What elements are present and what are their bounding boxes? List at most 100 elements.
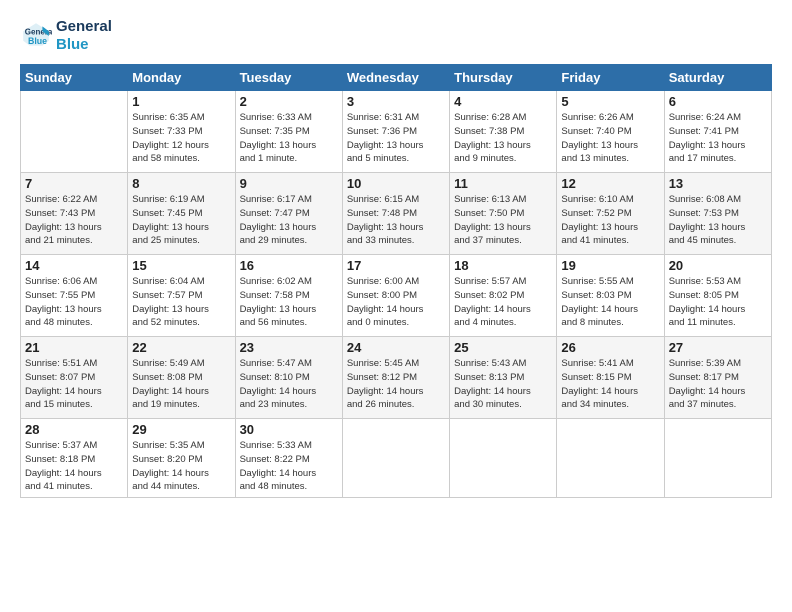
day-number: 29 bbox=[132, 422, 230, 437]
day-number: 20 bbox=[669, 258, 767, 273]
weekday-header-sunday: Sunday bbox=[21, 65, 128, 91]
day-info: Sunrise: 6:10 AM Sunset: 7:52 PM Dayligh… bbox=[561, 193, 659, 248]
day-number: 19 bbox=[561, 258, 659, 273]
calendar-cell: 27 Sunrise: 5:39 AM Sunset: 8:17 PM Dayli… bbox=[664, 337, 771, 419]
calendar-cell: 1 Sunrise: 6:35 AM Sunset: 7:33 PM Daylig… bbox=[128, 91, 235, 173]
day-number: 24 bbox=[347, 340, 445, 355]
logo-icon: General Blue bbox=[20, 20, 52, 52]
calendar: SundayMondayTuesdayWednesdayThursdayFrid… bbox=[20, 64, 772, 498]
day-info: Sunrise: 6:17 AM Sunset: 7:47 PM Dayligh… bbox=[240, 193, 338, 248]
day-number: 28 bbox=[25, 422, 123, 437]
day-number: 6 bbox=[669, 94, 767, 109]
calendar-cell: 19 Sunrise: 5:55 AM Sunset: 8:03 PM Dayli… bbox=[557, 255, 664, 337]
day-info: Sunrise: 6:35 AM Sunset: 7:33 PM Dayligh… bbox=[132, 111, 230, 166]
day-number: 21 bbox=[25, 340, 123, 355]
calendar-cell bbox=[450, 419, 557, 498]
calendar-cell: 30 Sunrise: 5:33 AM Sunset: 8:22 PM Dayli… bbox=[235, 419, 342, 498]
calendar-cell: 16 Sunrise: 6:02 AM Sunset: 7:58 PM Dayli… bbox=[235, 255, 342, 337]
weekday-header-saturday: Saturday bbox=[664, 65, 771, 91]
day-number: 11 bbox=[454, 176, 552, 191]
calendar-cell bbox=[342, 419, 449, 498]
day-info: Sunrise: 6:00 AM Sunset: 8:00 PM Dayligh… bbox=[347, 275, 445, 330]
logo-text: GeneralBlue bbox=[56, 18, 112, 54]
day-number: 2 bbox=[240, 94, 338, 109]
calendar-row-4: 28 Sunrise: 5:37 AM Sunset: 8:18 PM Dayli… bbox=[21, 419, 772, 498]
day-number: 12 bbox=[561, 176, 659, 191]
calendar-cell: 5 Sunrise: 6:26 AM Sunset: 7:40 PM Daylig… bbox=[557, 91, 664, 173]
calendar-cell: 7 Sunrise: 6:22 AM Sunset: 7:43 PM Daylig… bbox=[21, 173, 128, 255]
day-info: Sunrise: 5:33 AM Sunset: 8:22 PM Dayligh… bbox=[240, 439, 338, 494]
day-number: 13 bbox=[669, 176, 767, 191]
day-info: Sunrise: 5:41 AM Sunset: 8:15 PM Dayligh… bbox=[561, 357, 659, 412]
day-number: 22 bbox=[132, 340, 230, 355]
calendar-cell: 11 Sunrise: 6:13 AM Sunset: 7:50 PM Dayli… bbox=[450, 173, 557, 255]
day-number: 7 bbox=[25, 176, 123, 191]
day-number: 15 bbox=[132, 258, 230, 273]
calendar-cell: 29 Sunrise: 5:35 AM Sunset: 8:20 PM Dayli… bbox=[128, 419, 235, 498]
day-number: 30 bbox=[240, 422, 338, 437]
calendar-row-1: 7 Sunrise: 6:22 AM Sunset: 7:43 PM Daylig… bbox=[21, 173, 772, 255]
calendar-cell: 13 Sunrise: 6:08 AM Sunset: 7:53 PM Dayli… bbox=[664, 173, 771, 255]
day-info: Sunrise: 6:04 AM Sunset: 7:57 PM Dayligh… bbox=[132, 275, 230, 330]
day-info: Sunrise: 6:31 AM Sunset: 7:36 PM Dayligh… bbox=[347, 111, 445, 166]
calendar-cell: 9 Sunrise: 6:17 AM Sunset: 7:47 PM Daylig… bbox=[235, 173, 342, 255]
day-number: 1 bbox=[132, 94, 230, 109]
day-info: Sunrise: 5:57 AM Sunset: 8:02 PM Dayligh… bbox=[454, 275, 552, 330]
day-number: 26 bbox=[561, 340, 659, 355]
svg-text:Blue: Blue bbox=[28, 36, 47, 46]
day-info: Sunrise: 5:45 AM Sunset: 8:12 PM Dayligh… bbox=[347, 357, 445, 412]
calendar-cell: 23Sunrise: 5:47 AM Sunset: 8:10 PM Dayli… bbox=[235, 337, 342, 419]
calendar-row-3: 21 Sunrise: 5:51 AM Sunset: 8:07 PM Dayli… bbox=[21, 337, 772, 419]
day-number: 27 bbox=[669, 340, 767, 355]
day-info: Sunrise: 5:55 AM Sunset: 8:03 PM Dayligh… bbox=[561, 275, 659, 330]
calendar-cell: 18 Sunrise: 5:57 AM Sunset: 8:02 PM Dayli… bbox=[450, 255, 557, 337]
weekday-header-monday: Monday bbox=[128, 65, 235, 91]
calendar-cell: 4 Sunrise: 6:28 AM Sunset: 7:38 PM Daylig… bbox=[450, 91, 557, 173]
day-number: 3 bbox=[347, 94, 445, 109]
calendar-row-0: 1 Sunrise: 6:35 AM Sunset: 7:33 PM Daylig… bbox=[21, 91, 772, 173]
day-number: 25 bbox=[454, 340, 552, 355]
page: General Blue GeneralBlue SundayMondayTue… bbox=[0, 0, 792, 508]
calendar-cell: 21 Sunrise: 5:51 AM Sunset: 8:07 PM Dayli… bbox=[21, 337, 128, 419]
calendar-cell: 8Sunrise: 6:19 AM Sunset: 7:45 PM Daylig… bbox=[128, 173, 235, 255]
day-info: Sunrise: 6:06 AM Sunset: 7:55 PM Dayligh… bbox=[25, 275, 123, 330]
day-info: Sunrise: 5:51 AM Sunset: 8:07 PM Dayligh… bbox=[25, 357, 123, 412]
day-info: Sunrise: 5:47 AM Sunset: 8:10 PM Dayligh… bbox=[240, 357, 338, 412]
calendar-cell: 3 Sunrise: 6:31 AM Sunset: 7:36 PM Daylig… bbox=[342, 91, 449, 173]
calendar-cell bbox=[557, 419, 664, 498]
day-info: Sunrise: 6:33 AM Sunset: 7:35 PM Dayligh… bbox=[240, 111, 338, 166]
calendar-cell: 20 Sunrise: 5:53 AM Sunset: 8:05 PM Dayli… bbox=[664, 255, 771, 337]
calendar-cell: 2 Sunrise: 6:33 AM Sunset: 7:35 PM Daylig… bbox=[235, 91, 342, 173]
weekday-header-wednesday: Wednesday bbox=[342, 65, 449, 91]
day-number: 18 bbox=[454, 258, 552, 273]
day-number: 9 bbox=[240, 176, 338, 191]
day-info: Sunrise: 6:02 AM Sunset: 7:58 PM Dayligh… bbox=[240, 275, 338, 330]
day-info: Sunrise: 5:39 AM Sunset: 8:17 PM Dayligh… bbox=[669, 357, 767, 412]
weekday-header-friday: Friday bbox=[557, 65, 664, 91]
day-info: Sunrise: 5:37 AM Sunset: 8:18 PM Dayligh… bbox=[25, 439, 123, 494]
calendar-cell: 6Sunrise: 6:24 AM Sunset: 7:41 PM Daylig… bbox=[664, 91, 771, 173]
calendar-cell: 14Sunrise: 6:06 AM Sunset: 7:55 PM Dayli… bbox=[21, 255, 128, 337]
day-info: Sunrise: 6:26 AM Sunset: 7:40 PM Dayligh… bbox=[561, 111, 659, 166]
day-info: Sunrise: 6:22 AM Sunset: 7:43 PM Dayligh… bbox=[25, 193, 123, 248]
calendar-cell: 22Sunrise: 5:49 AM Sunset: 8:08 PM Dayli… bbox=[128, 337, 235, 419]
day-number: 16 bbox=[240, 258, 338, 273]
weekday-header-thursday: Thursday bbox=[450, 65, 557, 91]
day-info: Sunrise: 6:19 AM Sunset: 7:45 PM Dayligh… bbox=[132, 193, 230, 248]
calendar-cell: 24 Sunrise: 5:45 AM Sunset: 8:12 PM Dayli… bbox=[342, 337, 449, 419]
calendar-row-2: 14Sunrise: 6:06 AM Sunset: 7:55 PM Dayli… bbox=[21, 255, 772, 337]
day-number: 5 bbox=[561, 94, 659, 109]
weekday-header-row: SundayMondayTuesdayWednesdayThursdayFrid… bbox=[21, 65, 772, 91]
calendar-cell: 25 Sunrise: 5:43 AM Sunset: 8:13 PM Dayli… bbox=[450, 337, 557, 419]
day-info: Sunrise: 5:43 AM Sunset: 8:13 PM Dayligh… bbox=[454, 357, 552, 412]
day-info: Sunrise: 6:13 AM Sunset: 7:50 PM Dayligh… bbox=[454, 193, 552, 248]
day-info: Sunrise: 6:28 AM Sunset: 7:38 PM Dayligh… bbox=[454, 111, 552, 166]
logo: General Blue GeneralBlue bbox=[20, 18, 112, 54]
day-info: Sunrise: 5:53 AM Sunset: 8:05 PM Dayligh… bbox=[669, 275, 767, 330]
day-info: Sunrise: 6:08 AM Sunset: 7:53 PM Dayligh… bbox=[669, 193, 767, 248]
day-number: 4 bbox=[454, 94, 552, 109]
calendar-cell bbox=[664, 419, 771, 498]
day-info: Sunrise: 6:15 AM Sunset: 7:48 PM Dayligh… bbox=[347, 193, 445, 248]
day-info: Sunrise: 5:35 AM Sunset: 8:20 PM Dayligh… bbox=[132, 439, 230, 494]
calendar-cell: 12 Sunrise: 6:10 AM Sunset: 7:52 PM Dayli… bbox=[557, 173, 664, 255]
